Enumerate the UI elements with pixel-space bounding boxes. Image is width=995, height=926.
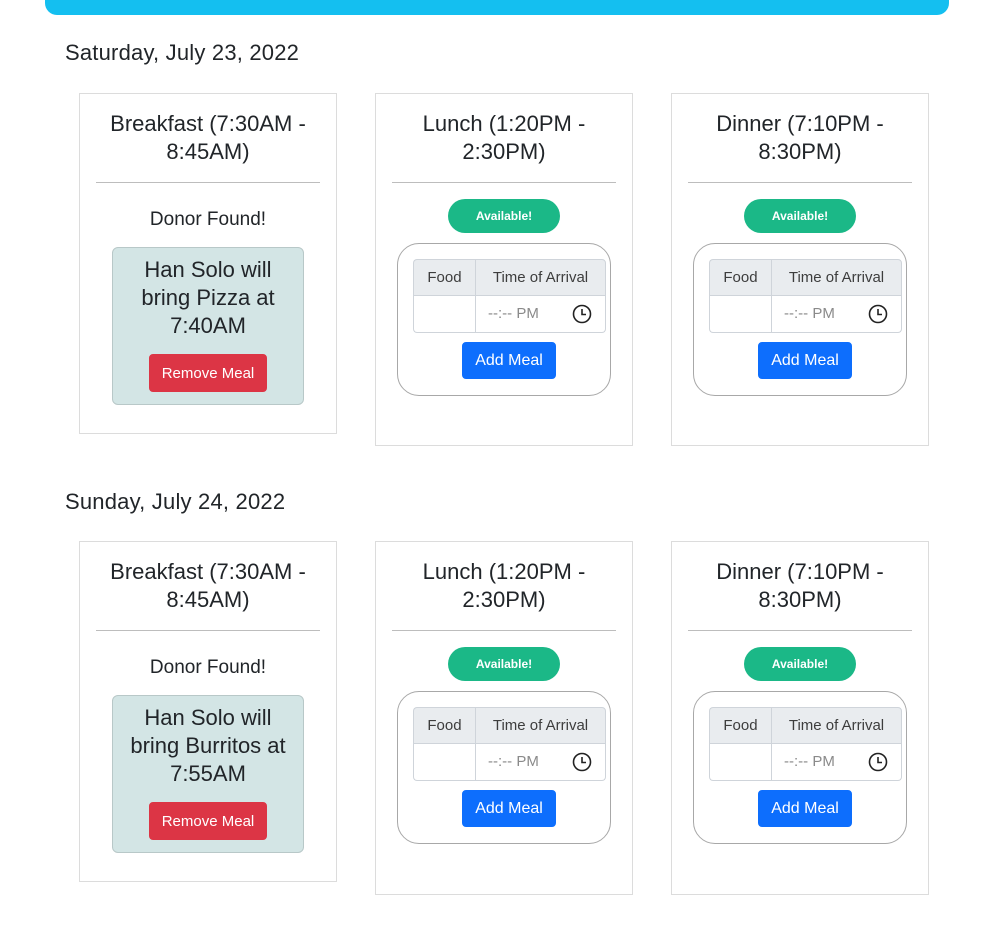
day-heading-2: Sunday, July 24, 2022: [65, 489, 286, 514]
time-column-header: Time of Arrival: [475, 259, 606, 296]
meal-signup-form: Food Time of Arrival --:-- PM Add Meal: [397, 243, 611, 396]
meal-title: Breakfast (7:30AM - 8:45AM): [96, 110, 320, 183]
food-input[interactable]: [709, 296, 771, 333]
donor-found-label: Donor Found!: [149, 657, 267, 678]
time-column-header: Time of Arrival: [771, 259, 902, 296]
donor-found-label: Donor Found!: [149, 209, 267, 230]
add-meal-button[interactable]: Add Meal: [462, 790, 556, 827]
remove-meal-button[interactable]: Remove Meal: [148, 354, 268, 392]
meal-signup-form: Food Time of Arrival --:-- PM Add Meal: [693, 691, 907, 844]
time-column-header: Time of Arrival: [475, 707, 606, 744]
remove-meal-button[interactable]: Remove Meal: [148, 802, 268, 840]
food-column-header: Food: [413, 259, 475, 296]
available-badge: Available!: [744, 199, 856, 233]
time-input[interactable]: --:-- PM: [771, 744, 902, 781]
clock-icon[interactable]: [572, 304, 592, 324]
header-bar: [45, 0, 949, 15]
time-input-value: --:-- PM: [488, 753, 539, 770]
donor-info-box: Han Solo will bring Pizza at 7:40AM Remo…: [112, 247, 304, 405]
breakfast-card-day2: Breakfast (7:30AM - 8:45AM) Donor Found!…: [79, 541, 337, 882]
time-input-value: --:-- PM: [784, 305, 835, 322]
meal-title: Lunch (1:20PM - 2:30PM): [392, 558, 616, 631]
donor-message: Han Solo will bring Pizza at 7:40AM: [141, 257, 275, 338]
day-heading-1: Saturday, July 23, 2022: [65, 40, 300, 65]
breakfast-card-day1: Breakfast (7:30AM - 8:45AM) Donor Found!…: [79, 93, 337, 434]
donor-message: Han Solo will bring Burritos at 7:55AM: [130, 705, 286, 786]
meal-title: Dinner (7:10PM - 8:30PM): [688, 558, 912, 631]
donor-info-box: Han Solo will bring Burritos at 7:55AM R…: [112, 695, 304, 853]
add-meal-button[interactable]: Add Meal: [758, 342, 852, 379]
time-input[interactable]: --:-- PM: [475, 744, 606, 781]
lunch-card-day1: Lunch (1:20PM - 2:30PM) Available! Food …: [375, 93, 633, 446]
food-input[interactable]: [413, 744, 475, 781]
available-badge: Available!: [744, 647, 856, 681]
meal-title: Dinner (7:10PM - 8:30PM): [688, 110, 912, 183]
time-input[interactable]: --:-- PM: [475, 296, 606, 333]
food-column-header: Food: [709, 259, 771, 296]
add-meal-button[interactable]: Add Meal: [462, 342, 556, 379]
food-input[interactable]: [413, 296, 475, 333]
food-input[interactable]: [709, 744, 771, 781]
clock-icon[interactable]: [868, 752, 888, 772]
meal-signup-form: Food Time of Arrival --:-- PM Add Meal: [397, 691, 611, 844]
food-column-header: Food: [413, 707, 475, 744]
available-badge: Available!: [448, 647, 560, 681]
meal-title: Breakfast (7:30AM - 8:45AM): [96, 558, 320, 631]
meal-title: Lunch (1:20PM - 2:30PM): [392, 110, 616, 183]
meal-signup-form: Food Time of Arrival --:-- PM Add Meal: [693, 243, 907, 396]
time-input[interactable]: --:-- PM: [771, 296, 902, 333]
dinner-card-day2: Dinner (7:10PM - 8:30PM) Available! Food…: [671, 541, 929, 895]
available-badge: Available!: [448, 199, 560, 233]
time-input-value: --:-- PM: [488, 305, 539, 322]
clock-icon[interactable]: [572, 752, 592, 772]
clock-icon[interactable]: [868, 304, 888, 324]
add-meal-button[interactable]: Add Meal: [758, 790, 852, 827]
time-column-header: Time of Arrival: [771, 707, 902, 744]
lunch-card-day2: Lunch (1:20PM - 2:30PM) Available! Food …: [375, 541, 633, 895]
time-input-value: --:-- PM: [784, 753, 835, 770]
food-column-header: Food: [709, 707, 771, 744]
dinner-card-day1: Dinner (7:10PM - 8:30PM) Available! Food…: [671, 93, 929, 446]
